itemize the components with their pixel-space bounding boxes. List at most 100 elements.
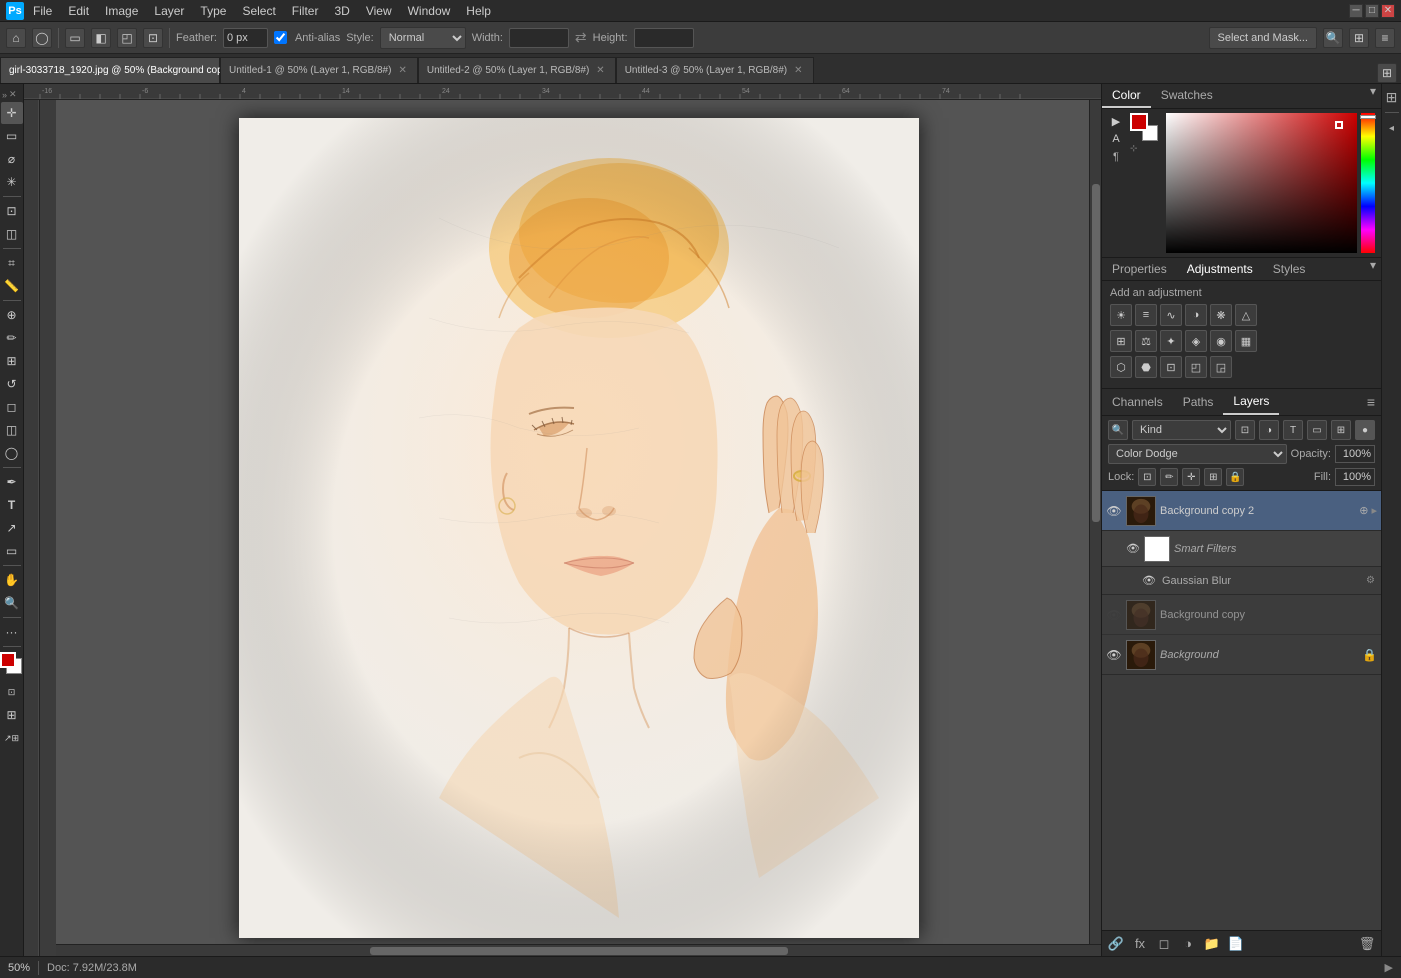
gaussian-visibility-icon[interactable]: 👁 [1142, 574, 1156, 588]
brush-button[interactable]: ✏ [1, 327, 23, 349]
layer-filter-smart-icon[interactable]: ⊞ [1331, 420, 1351, 440]
menu-view[interactable]: View [359, 2, 399, 20]
layer-filter-toggle-icon[interactable]: ● [1355, 420, 1375, 440]
maximize-button[interactable]: □ [1365, 4, 1379, 18]
zoom-button[interactable]: 🔍 [1, 592, 23, 614]
ruler-button[interactable]: 📏 [1, 275, 23, 297]
exposure-icon[interactable]: ◑ [1185, 304, 1207, 326]
reset-icon[interactable]: ⊹ [1130, 143, 1158, 154]
new-group-icon[interactable]: 📁 [1202, 935, 1222, 953]
tab-close-icon[interactable]: ✕ [396, 64, 408, 77]
lasso-tool-button[interactable]: ⌀ [1, 148, 23, 170]
hue-strip[interactable] [1361, 113, 1375, 253]
tab-close-icon[interactable]: ✕ [594, 64, 606, 77]
tab-color[interactable]: Color [1102, 84, 1151, 108]
hue-strip-handle[interactable] [1360, 115, 1376, 119]
photo-filter-icon[interactable]: ✦ [1160, 330, 1182, 352]
color-picker[interactable] [1166, 113, 1375, 253]
statusbar-arrow[interactable]: ▶ [1385, 961, 1393, 974]
levels-icon[interactable]: ≡ [1135, 304, 1157, 326]
horizontal-scrollbar[interactable] [56, 944, 1101, 956]
tool-panel-collapse[interactable]: » [2, 90, 7, 100]
menu-filter[interactable]: Filter [285, 2, 326, 20]
move-tool-button[interactable]: ✛ [1, 102, 23, 124]
workspace-icon[interactable]: ⊞ [1349, 28, 1369, 48]
history-brush-button[interactable]: ↺ [1, 373, 23, 395]
rect4-icon[interactable]: ⊡ [143, 28, 163, 48]
tool-panel-close[interactable]: ✕ [9, 89, 17, 100]
width-input[interactable] [509, 28, 569, 48]
new-layer-icon[interactable]: 📄 [1226, 935, 1246, 953]
style-select[interactable]: Normal Fixed Ratio Fixed Size [380, 27, 466, 49]
tab-girl-image[interactable]: girl-3033718_1920.jpg @ 50% (Background … [0, 57, 220, 83]
tab-adjustments[interactable]: Adjustments [1177, 258, 1263, 280]
tab-paths[interactable]: Paths [1173, 390, 1224, 414]
lock-pixels-icon[interactable]: ✏ [1160, 468, 1178, 486]
add-mask-icon[interactable]: ◻ [1154, 935, 1174, 953]
layer-item-gaussian-blur[interactable]: 👁 Gaussian Blur ⚙ [1102, 567, 1381, 595]
antialiased-checkbox[interactable] [274, 31, 287, 44]
height-input[interactable] [634, 28, 694, 48]
rect-icon[interactable]: ▭ [65, 28, 85, 48]
shape-button[interactable]: ▭ [1, 540, 23, 562]
blend-mode-select[interactable]: Color Dodge Normal Multiply Screen Overl… [1108, 444, 1287, 464]
vertical-scrollbar[interactable] [1089, 100, 1101, 944]
hand-button[interactable]: ✋ [1, 569, 23, 591]
crop-tool-button[interactable]: ⊡ [1, 200, 23, 222]
right-strip-collapse-icon[interactable]: ◂ [1381, 117, 1401, 139]
color-lookup-icon[interactable]: ◉ [1210, 330, 1232, 352]
eraser-button[interactable]: ◻ [1, 396, 23, 418]
menu-file[interactable]: File [26, 2, 59, 20]
play-icon[interactable]: ▶ [1108, 113, 1124, 129]
tab-swatches[interactable]: Swatches [1151, 84, 1223, 108]
lock-position-icon[interactable]: ✛ [1182, 468, 1200, 486]
fg-color-box[interactable] [1130, 113, 1148, 131]
type-icon[interactable]: A [1108, 131, 1124, 147]
threshold-icon[interactable]: ⬣ [1135, 356, 1157, 378]
channel-mixer-icon[interactable]: ◈ [1185, 330, 1207, 352]
color-picker-sat-val[interactable] [1166, 113, 1357, 253]
magic-wand-button[interactable]: ✳ [1, 171, 23, 193]
menu-help[interactable]: Help [459, 2, 498, 20]
pen-button[interactable]: ✒ [1, 471, 23, 493]
circle-tool-icon[interactable]: ◯ [32, 28, 52, 48]
curves-icon[interactable]: ∿ [1160, 304, 1182, 326]
delete-layer-icon[interactable]: 🗑 [1357, 935, 1377, 953]
selective-color-icon[interactable]: ◰ [1185, 356, 1207, 378]
gradient-button[interactable]: ◫ [1, 419, 23, 441]
vertical-scrollbar-thumb[interactable] [1092, 184, 1100, 522]
color-balance-icon[interactable]: ⊞ [1110, 330, 1132, 352]
lock-artboard-icon[interactable]: ⊞ [1204, 468, 1222, 486]
search-icon[interactable]: 🔍 [1108, 420, 1128, 440]
more-tools-button[interactable]: ··· [1, 621, 23, 643]
menu-select[interactable]: Select [235, 2, 282, 20]
menu-image[interactable]: Image [98, 2, 145, 20]
smart-filters-visibility-icon[interactable]: 👁 [1126, 542, 1140, 556]
tab-close-icon[interactable]: ✕ [792, 64, 804, 77]
menu-window[interactable]: Window [401, 2, 458, 20]
screen-mode-button[interactable]: ⊞ [1, 704, 23, 726]
lock-all-icon[interactable]: 🔒 [1226, 468, 1244, 486]
type-button[interactable]: T [1, 494, 23, 516]
link-layers-icon[interactable]: 🔗 [1106, 935, 1126, 953]
tab-styles[interactable]: Styles [1263, 258, 1316, 280]
layer-item-smart-filters[interactable]: 👁 Smart Filters [1102, 531, 1381, 567]
gaussian-settings-icon[interactable]: ⚙ [1366, 575, 1381, 586]
layer-item-bg-copy2[interactable]: 👁 Background copy 2 ⊕ ▸ [1102, 491, 1381, 531]
hsl-icon[interactable]: △ [1235, 304, 1257, 326]
heal-button[interactable]: ⊕ [1, 304, 23, 326]
slice-tool-button[interactable]: ◫ [1, 223, 23, 245]
gradient-map-icon[interactable]: ⊡ [1160, 356, 1182, 378]
dodge-button[interactable]: ◯ [1, 442, 23, 464]
horizontal-scrollbar-thumb[interactable] [370, 947, 788, 955]
brightness-icon[interactable]: ☀ [1110, 304, 1132, 326]
extras-button[interactable]: ↗⊞ [1, 727, 23, 749]
color-panel-collapse-icon[interactable]: ▾ [1365, 84, 1381, 108]
home-icon[interactable]: ⌂ [6, 28, 26, 48]
rect2-icon[interactable]: ◧ [91, 28, 111, 48]
close-button[interactable]: ✕ [1381, 4, 1395, 18]
rect3-icon[interactable]: ◰ [117, 28, 137, 48]
add-style-icon[interactable]: fx [1130, 935, 1150, 953]
clone-button[interactable]: ⊞ [1, 350, 23, 372]
adj-panel-collapse-icon[interactable]: ▾ [1365, 258, 1381, 280]
